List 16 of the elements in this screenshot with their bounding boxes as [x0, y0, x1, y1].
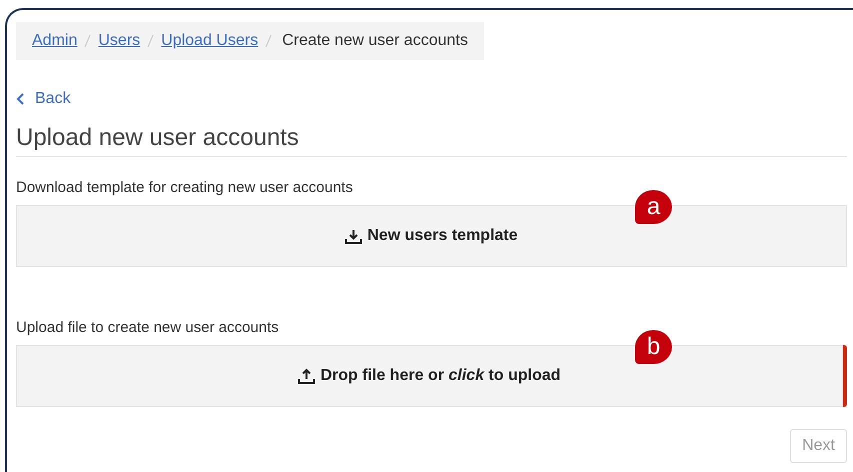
back-link[interactable]: Back [16, 90, 71, 108]
breadcrumb-current: Create new user accounts [282, 32, 468, 50]
section-label: Download template for creating new user accounts [16, 179, 354, 196]
breadcrumb-link[interactable]: Users [98, 32, 140, 50]
separator-icon [147, 34, 154, 48]
page-title: Upload new user accounts [16, 124, 847, 157]
breadcrumb-link[interactable]: Upload Users [161, 32, 258, 50]
callout-badge: b [635, 330, 672, 364]
separator-icon [265, 34, 272, 48]
upload-icon [298, 368, 316, 384]
chevron-left-icon [16, 93, 25, 105]
callout-badge: a [635, 190, 672, 224]
separator-icon [84, 34, 92, 48]
download-icon [345, 228, 362, 244]
breadcrumb-link[interactable]: Admin [32, 32, 78, 50]
section-label: Upload file to create new user accounts [16, 319, 280, 336]
